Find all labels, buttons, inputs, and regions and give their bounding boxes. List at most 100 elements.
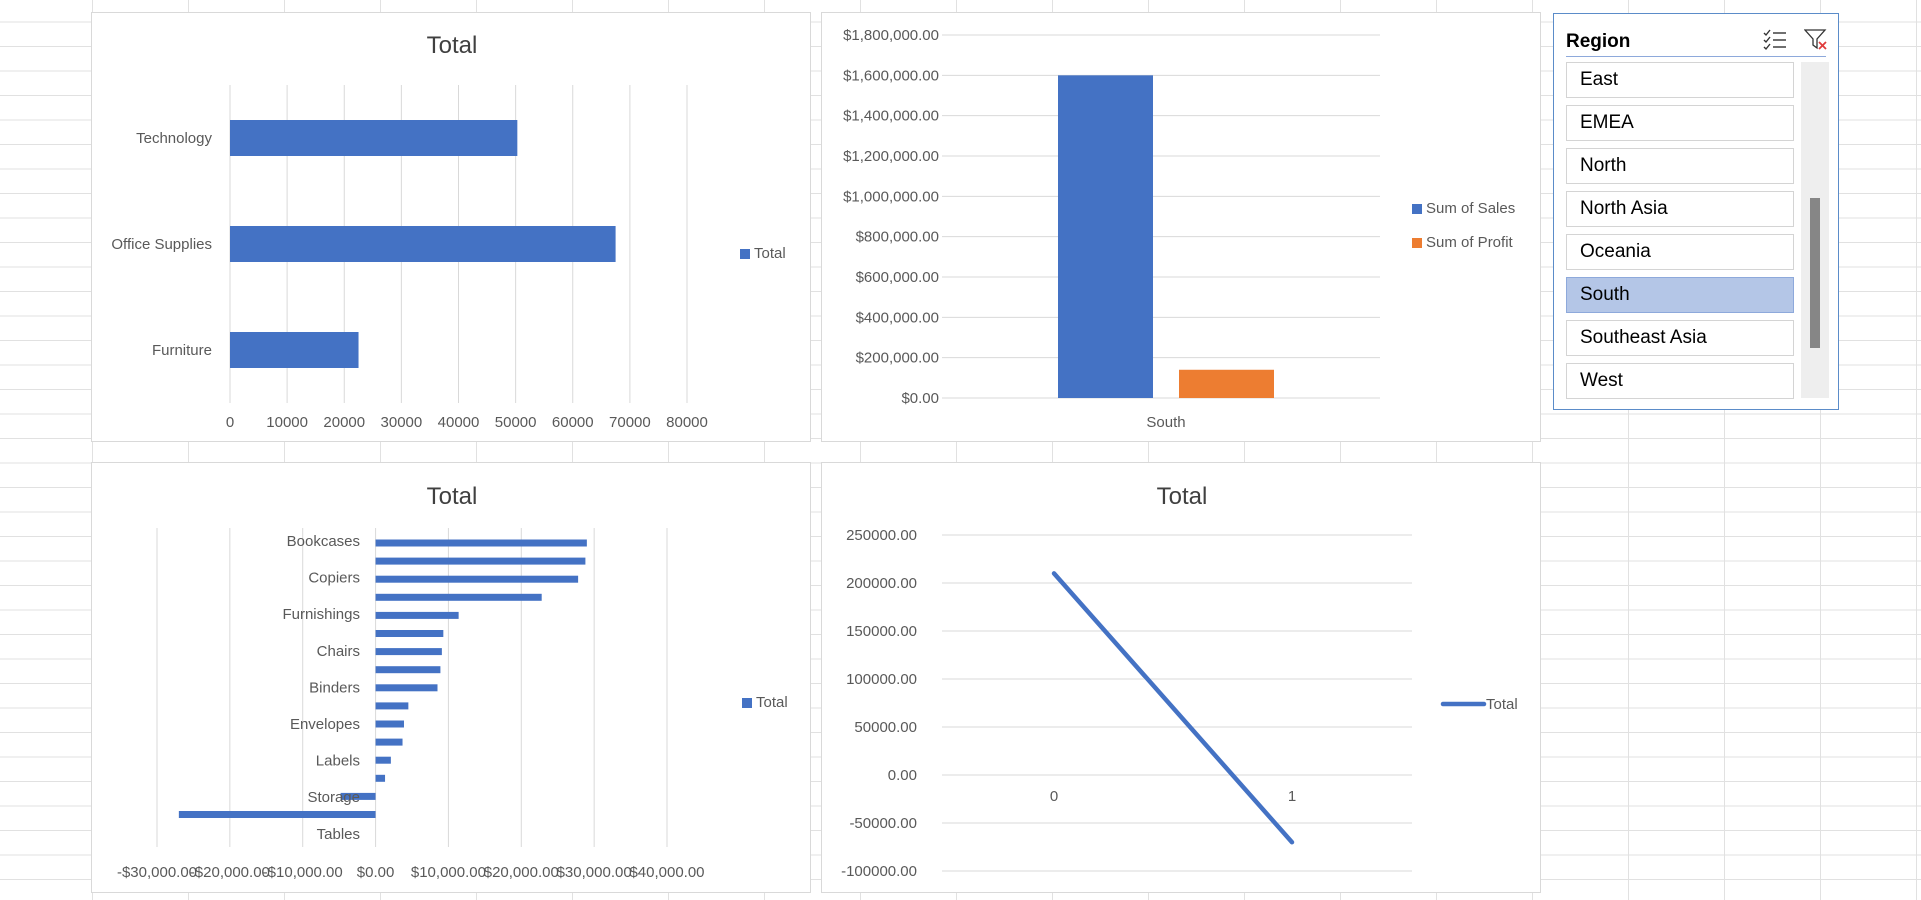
slicer-item-north[interactable]: North xyxy=(1566,148,1794,184)
bar xyxy=(375,756,391,764)
y-tick-label: 100000.00 xyxy=(846,671,917,688)
series-line xyxy=(1051,571,1295,845)
chart-title: Total xyxy=(427,483,478,510)
legend-2-label: Sum of Profit xyxy=(1426,234,1514,251)
x-tick-label: 50000 xyxy=(495,414,537,431)
y-tick-label: $200,000.00 xyxy=(856,350,939,367)
x-tick-label: $20,000.00 xyxy=(484,864,559,881)
bar xyxy=(375,774,386,782)
x-tick-label: 20000 xyxy=(323,414,365,431)
slicer-item-north-asia[interactable]: North Asia xyxy=(1566,191,1794,227)
y-category-label: Envelopes xyxy=(290,716,360,733)
slicer-title: Region xyxy=(1566,31,1631,52)
chart-title: Total xyxy=(1157,483,1208,510)
x-tick-label: $10,000.00 xyxy=(411,864,486,881)
chart-category-total-svg: Total 0 10000 20000 30000 40000 50000 60000 7000… xyxy=(111,32,786,431)
bar xyxy=(230,226,616,262)
bar xyxy=(375,630,444,637)
x-tick-label: -$10,000.00 xyxy=(263,864,343,881)
y-tick-label: 50000.00 xyxy=(854,719,917,736)
x-tick-label: 0 xyxy=(226,414,234,431)
bar xyxy=(375,666,441,674)
x-tick-label: 80000 xyxy=(666,414,708,431)
chart-sales-profit-svg: $0.00 $200,000.00 $400,000.00 $600,000.00 $8… xyxy=(843,27,1515,431)
bar xyxy=(230,120,518,156)
legend-1-swatch xyxy=(1412,204,1422,214)
legend-swatch xyxy=(742,698,752,708)
bar xyxy=(375,702,409,710)
x-tick-label: 70000 xyxy=(609,414,651,431)
legend-label: Total xyxy=(754,245,786,262)
x-tick-label: $0.00 xyxy=(357,864,395,881)
y-tick-label: -50000.00 xyxy=(849,815,917,832)
bar xyxy=(375,557,586,565)
bar xyxy=(375,648,442,656)
bar xyxy=(375,684,438,692)
legend-label: Total xyxy=(1486,696,1518,713)
y-tick-label: -100000.00 xyxy=(841,863,917,880)
bar xyxy=(375,593,542,601)
x-tick-label: 10000 xyxy=(266,414,308,431)
y-tick-label: $800,000.00 xyxy=(856,229,939,246)
y-tick-label: $1,200,000.00 xyxy=(843,148,939,165)
slicer-item-emea[interactable]: EMEA xyxy=(1566,105,1794,141)
y-tick-label: $1,400,000.00 xyxy=(843,108,939,125)
slicer-item-oceania[interactable]: Oceania xyxy=(1566,234,1794,270)
chart-line-total-svg: Total -100000.00 -50000.00 0.00 50000.00 1000… xyxy=(841,483,1518,880)
y-category-label: Copiers xyxy=(308,570,360,587)
region-slicer[interactable]: Region East EMEA North North Asia Oceani… xyxy=(1553,13,1839,410)
x-tick-label: -$20,000.00 xyxy=(190,864,270,881)
y-category-label: Tables xyxy=(317,826,360,843)
y-category-label: Furnishings xyxy=(282,606,360,623)
y-category-label: Storage xyxy=(307,789,360,806)
y-tick-label: 0.00 xyxy=(888,767,917,784)
y-tick-label: 150000.00 xyxy=(846,623,917,640)
x-tick-label: 1 xyxy=(1288,788,1296,805)
slicer-item-east[interactable]: East xyxy=(1566,62,1794,98)
legend-swatch xyxy=(740,249,750,259)
clear-filter-icon[interactable] xyxy=(1803,28,1830,52)
chart-line-total[interactable]: Total -100000.00 -50000.00 0.00 50000.00 1000… xyxy=(821,462,1541,893)
bar xyxy=(1058,75,1153,399)
y-tick-label: 200000.00 xyxy=(846,575,917,592)
y-tick-label: $600,000.00 xyxy=(856,269,939,286)
multi-select-icon[interactable] xyxy=(1762,28,1788,52)
x-tick-label: -$30,000.00 xyxy=(117,864,197,881)
chart-title: Total xyxy=(427,32,478,59)
bar xyxy=(375,575,579,583)
chart-sales-profit[interactable]: $0.00 $200,000.00 $400,000.00 $600,000.00 $8… xyxy=(821,12,1541,442)
slicer-item-south[interactable]: South xyxy=(1566,277,1794,313)
bar xyxy=(375,738,403,746)
y-tick-label: $1,800,000.00 xyxy=(843,27,939,44)
y-tick-label: $1,000,000.00 xyxy=(843,188,939,205)
x-tick-label: 0 xyxy=(1050,788,1058,805)
slicer-scroll-thumb[interactable] xyxy=(1810,198,1820,348)
slicer-item-list: East EMEA North North Asia Oceania South… xyxy=(1566,62,1796,400)
slicer-header: Region xyxy=(1566,22,1827,57)
y-category-label: Bookcases xyxy=(287,533,360,550)
x-tick-label: 30000 xyxy=(381,414,423,431)
chart-subcategory-total[interactable]: Total -$30,000.00 -$20,000.00 -$10,000.00 $0… xyxy=(91,462,811,893)
legend-1-label: Sum of Sales xyxy=(1426,200,1515,217)
slicer-item-west[interactable]: West xyxy=(1566,363,1794,399)
y-category-label: Labels xyxy=(316,753,360,770)
legend-label: Total xyxy=(756,694,788,711)
y-category-label: Office Supplies xyxy=(111,236,212,253)
slicer-item-southeast-asia[interactable]: Southeast Asia xyxy=(1566,320,1794,356)
y-tick-label: 250000.00 xyxy=(846,527,917,544)
bar xyxy=(178,811,376,818)
bar xyxy=(375,720,404,728)
y-tick-label: $0.00 xyxy=(901,390,939,407)
bar xyxy=(375,611,459,619)
y-category-label: Chairs xyxy=(317,643,360,660)
x-tick-label: 60000 xyxy=(552,414,594,431)
y-category-label: Binders xyxy=(309,679,360,696)
bar xyxy=(230,332,359,368)
y-tick-label: $1,600,000.00 xyxy=(843,67,939,84)
chart-category-total[interactable]: Total 0 10000 20000 30000 40000 50000 60000 7000… xyxy=(91,12,811,442)
slicer-scrollbar[interactable] xyxy=(1801,62,1829,398)
bar xyxy=(1179,369,1274,398)
x-tick-label: $30,000.00 xyxy=(557,864,632,881)
bar xyxy=(375,539,587,547)
y-tick-label: $400,000.00 xyxy=(856,309,939,326)
